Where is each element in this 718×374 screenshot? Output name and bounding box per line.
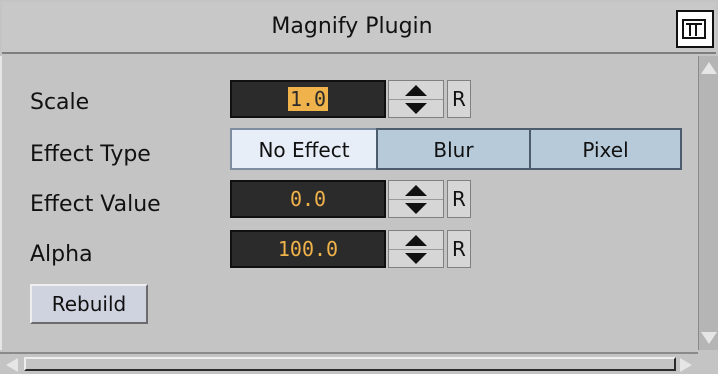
window-title: Magnify Plugin [271,14,433,39]
scroll-left-arrow-icon[interactable] [6,358,18,372]
vertical-scrollbar[interactable] [698,56,718,350]
scale-decrement-button[interactable] [389,99,443,117]
alpha-reset-button[interactable]: R [447,230,471,268]
horizontal-scrollbar[interactable] [0,352,698,374]
effect-type-option-blur[interactable]: Blur [376,128,531,170]
alpha-label: Alpha [30,242,93,267]
window-menu-icon[interactable] [676,10,714,48]
scrollbar-corner [698,352,718,374]
magnify-plugin-window: Magnify Plugin Scale 1.0 R Effect Type N… [0,0,718,374]
scroll-down-arrow-icon[interactable] [701,332,717,344]
effect-value-decrement-button[interactable] [389,199,443,217]
plugin-panel: Scale 1.0 R Effect Type No Effect Blur P… [0,56,698,350]
down-arrow-icon [405,202,427,214]
alpha-increment-button[interactable] [389,231,443,250]
effect-value-reset-button[interactable]: R [447,180,471,218]
scale-input[interactable]: 1.0 [230,80,386,118]
effect-value-increment-button[interactable] [389,181,443,200]
scale-label: Scale [30,90,90,115]
scroll-up-arrow-icon[interactable] [701,62,717,74]
up-arrow-icon [405,234,427,246]
alpha-stepper[interactable] [388,230,444,268]
scale-reset-button[interactable]: R [447,80,471,118]
horizontal-scroll-thumb[interactable] [24,357,676,371]
effect-value-input[interactable]: 0.0 [230,180,386,218]
effect-value-label: Effect Value [30,192,161,217]
down-arrow-icon [405,252,427,264]
effect-type-option-pixel[interactable]: Pixel [529,128,682,170]
up-arrow-icon [405,84,427,96]
title-bar: Magnify Plugin [2,2,716,54]
up-arrow-icon [405,184,427,196]
effect-type-option-no-effect[interactable]: No Effect [230,128,378,170]
scale-stepper[interactable] [388,80,444,118]
alpha-decrement-button[interactable] [389,249,443,267]
rebuild-button[interactable]: Rebuild [30,284,148,324]
scale-value: 1.0 [287,87,329,111]
scale-increment-button[interactable] [389,81,443,100]
effect-type-label: Effect Type [30,142,151,167]
effect-value-stepper[interactable] [388,180,444,218]
scroll-right-arrow-icon[interactable] [680,358,692,372]
down-arrow-icon [405,102,427,114]
alpha-input[interactable]: 100.0 [230,230,386,268]
